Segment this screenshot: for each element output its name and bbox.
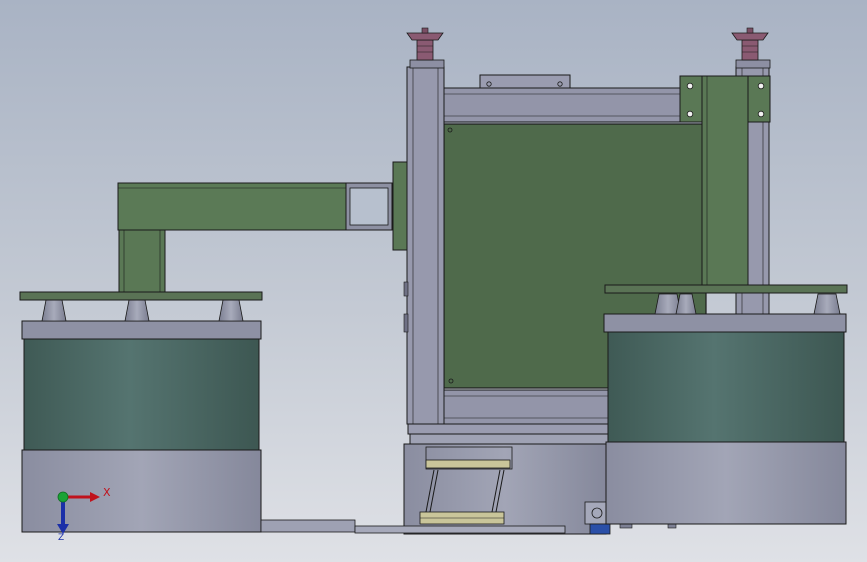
right-base-block (605, 441, 847, 525)
top-bracket (479, 74, 571, 89)
left-drum-unit[interactable] (19, 291, 263, 533)
left-base-block (21, 449, 262, 533)
cone (124, 299, 150, 322)
cone (41, 299, 67, 322)
cad-viewport[interactable]: X Z (0, 0, 867, 562)
right-drum-body (607, 331, 845, 443)
lower-plate (409, 433, 609, 445)
left-drum-top-ring (21, 320, 262, 340)
top-rail (443, 87, 703, 123)
arm-assembly[interactable] (117, 161, 408, 293)
right-drum-unit[interactable] (603, 284, 848, 525)
green-upright (701, 75, 749, 291)
left-drum-body (23, 338, 260, 451)
left-top-plate (19, 291, 263, 301)
bottom-rail (443, 389, 611, 425)
arm-post (118, 229, 166, 293)
right-top-plate (604, 284, 848, 294)
cone (218, 299, 244, 322)
arm-mount-plate (392, 161, 408, 251)
y-axis-dot (57, 491, 69, 503)
cone (675, 293, 697, 315)
x-axis-label: X (103, 486, 111, 499)
left-support-cones (41, 299, 244, 322)
z-axis-label: Z (58, 533, 65, 543)
floor-rail-left (260, 519, 356, 533)
lower-crossbar (407, 423, 611, 435)
arm-tube-hole (349, 187, 389, 226)
leveling-foot-left (406, 27, 445, 69)
floor-rail (354, 525, 566, 534)
cone (813, 293, 841, 315)
leveling-foot-right (731, 27, 771, 69)
arm-beam (117, 182, 347, 231)
left-column (406, 66, 445, 425)
right-drum-top-ring (603, 313, 847, 333)
assembly-front-view[interactable] (0, 0, 867, 562)
